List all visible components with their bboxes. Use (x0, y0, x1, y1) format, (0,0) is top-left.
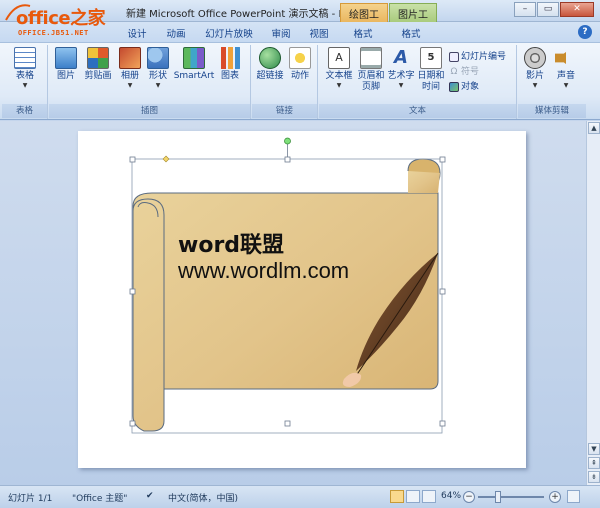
zoom-out-icon[interactable]: − (463, 491, 475, 503)
object-icon (449, 81, 459, 92)
theme-name[interactable]: "Office 主题" (72, 491, 127, 504)
close-button[interactable]: ✕ (560, 2, 594, 17)
wordart-icon: A (394, 47, 408, 68)
tab-format-drawing[interactable]: 格式 (350, 24, 376, 42)
chart-button[interactable]: 图表 (217, 47, 243, 82)
shapes-button[interactable]: 形状 ▼ (145, 47, 171, 90)
group-label-illustrations: 插图 (49, 104, 250, 118)
wordart-button[interactable]: A 艺术字 ▼ (387, 47, 415, 90)
minimize-button[interactable]: – (514, 2, 536, 17)
clipart-button[interactable]: 剪贴画 (82, 47, 114, 82)
group-label-text: 文本 (319, 104, 516, 118)
adjustment-handle-icon[interactable] (162, 155, 170, 163)
site-logo: office之家 OFFICE.JB51.NET (4, 2, 116, 42)
zoom-slider-thumb[interactable] (494, 491, 501, 503)
chevron-down-icon: ▼ (336, 82, 342, 89)
chart-icon (219, 47, 241, 69)
help-icon[interactable]: ? (578, 25, 592, 39)
scroll-up-icon[interactable]: ▲ (588, 122, 600, 134)
textbox-icon: A (328, 47, 350, 69)
group-media: 影片 ▼ 声音 ▼ 媒体剪辑 (518, 45, 586, 119)
picture-button[interactable]: 图片 (52, 47, 80, 82)
fit-to-window-icon[interactable] (567, 490, 580, 503)
photo-album-icon (119, 47, 141, 69)
group-text: A 文本框 ▼ 页眉和 页脚 A 艺术字 ▼ 5 日期和 时间 幻灯片编号 Ω符… (319, 45, 517, 119)
hyperlink-button[interactable]: 超链接 (255, 47, 285, 82)
spellcheck-icon[interactable]: ✔ (146, 491, 154, 501)
sound-button[interactable]: 声音 ▼ (552, 47, 580, 90)
ribbon: 表格 ▼ 表格 图片 剪贴画 相册 ▼ 形状 ▼ SmartArt 图表 插图 … (0, 42, 600, 120)
speaker-icon (555, 47, 573, 69)
scroll-down-icon[interactable]: ▼ (588, 443, 600, 455)
action-star-icon (289, 47, 311, 69)
tab-review[interactable]: 审阅 (268, 24, 294, 42)
symbol-button[interactable]: Ω 符号 (449, 64, 479, 78)
film-reel-icon (524, 47, 546, 69)
table-button[interactable]: 表格 ▼ (10, 47, 40, 90)
status-bar: 幻灯片 1/1 "Office 主题" ✔ 中文(简体，中国) 64% − + (0, 485, 600, 508)
slide-canvas[interactable]: word联盟 www.wordlm.com (78, 131, 526, 468)
header-footer-button[interactable]: 页眉和 页脚 (357, 47, 385, 93)
calendar-icon: 5 (420, 47, 442, 69)
smartart-button[interactable]: SmartArt (173, 47, 215, 82)
slide-counter: 幻灯片 1/1 (8, 494, 53, 504)
slide-number-button[interactable]: 幻灯片编号 (449, 49, 506, 62)
globe-link-icon (259, 47, 281, 69)
chevron-down-icon: ▼ (127, 82, 133, 89)
tab-view[interactable]: 视图 (306, 24, 332, 42)
slide-url-text[interactable]: www.wordlm.com (178, 258, 349, 284)
logo-subtext: OFFICE.JB51.NET (18, 29, 89, 37)
previous-slide-icon[interactable]: ⇞ (588, 457, 600, 469)
tab-slideshow[interactable]: 幻灯片放映 (203, 24, 255, 42)
movie-button[interactable]: 影片 ▼ (521, 47, 549, 90)
table-icon (14, 47, 36, 69)
logo-text: office之家 (16, 8, 106, 29)
window-controls: – ▭ ✕ (514, 2, 594, 17)
chevron-down-icon: ▼ (532, 82, 538, 89)
slide-number-icon (449, 51, 459, 62)
group-table: 表格 ▼ 表格 (2, 45, 48, 119)
group-illustrations: 图片 剪贴画 相册 ▼ 形状 ▼ SmartArt 图表 插图 (49, 45, 251, 119)
omega-icon: Ω (450, 66, 458, 77)
group-label-links: 链接 (252, 104, 317, 118)
rotation-handle-icon[interactable] (284, 137, 291, 145)
clipart-icon (87, 47, 109, 69)
zoom-level[interactable]: 64% (441, 491, 461, 501)
context-tab-drawing-tools[interactable]: 绘图工具 (340, 3, 388, 36)
photo-album-button[interactable]: 相册 ▼ (117, 47, 143, 90)
object-button[interactable]: 对象 (449, 79, 479, 92)
scroll-banner-shape[interactable] (78, 131, 526, 468)
action-button[interactable]: 动作 (286, 47, 314, 82)
next-slide-icon[interactable]: ⇟ (588, 471, 600, 483)
normal-view-icon[interactable] (390, 490, 404, 503)
chevron-down-icon: ▼ (398, 82, 404, 89)
context-tab-picture-tools[interactable]: 图片工具 (389, 3, 437, 36)
group-label-media: 媒体剪辑 (518, 104, 586, 118)
smartart-icon (183, 47, 205, 69)
chevron-down-icon: ▼ (155, 82, 161, 89)
restore-button[interactable]: ▭ (537, 2, 559, 17)
zoom-in-icon[interactable]: + (549, 491, 561, 503)
header-footer-icon (360, 47, 382, 69)
zoom-slider[interactable] (478, 491, 544, 503)
tab-design[interactable]: 设计 (125, 24, 149, 42)
vertical-scrollbar[interactable]: ▲ ▼ ⇞ ⇟ (586, 121, 600, 485)
chevron-down-icon: ▼ (22, 82, 28, 89)
slide-sorter-view-icon[interactable] (406, 490, 420, 503)
slideshow-view-icon[interactable] (422, 490, 436, 503)
chevron-down-icon: ▼ (563, 82, 569, 89)
shapes-icon (147, 47, 169, 69)
tab-format-picture[interactable]: 格式 (398, 24, 424, 42)
group-links: 超链接 动作 链接 (252, 45, 318, 119)
tab-animation[interactable]: 动画 (163, 24, 189, 42)
date-time-button[interactable]: 5 日期和 时间 (417, 47, 445, 93)
textbox-button[interactable]: A 文本框 ▼ (323, 47, 355, 90)
picture-icon (55, 47, 77, 69)
slide-heading[interactable]: word联盟 (178, 227, 284, 259)
group-label-table: 表格 (2, 104, 47, 118)
language-indicator[interactable]: 中文(简体，中国) (168, 491, 238, 504)
window-title: 新建 Microsoft Office PowerPoint 演示文稿 - M.… (126, 9, 357, 20)
